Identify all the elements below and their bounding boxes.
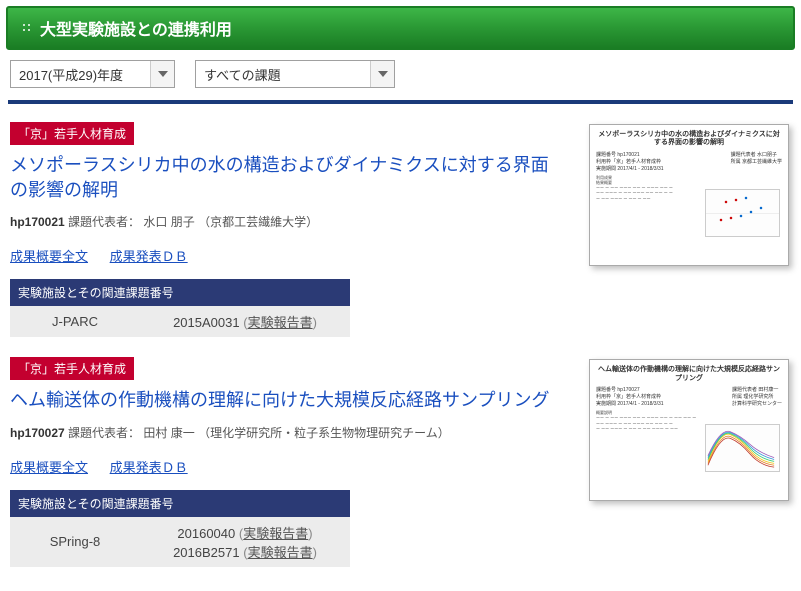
report-thumbnail[interactable]: メソポーラスシリカ中の水の構造およびダイナミクスに対する界面の影響の解明 課題番… (589, 124, 789, 266)
related-id-cell: 20160040 (実験報告書) 2016B2571 (実験報告書) (140, 517, 350, 567)
related-table: 実験施設とその関連課題番号 J-PARC 2015A0031 (実験報告書) (10, 279, 350, 337)
rep-name: 水口 朋子 (143, 215, 194, 229)
category-badge: 「京」若手人材育成 (10, 357, 134, 380)
table-row: J-PARC 2015A0031 (実験報告書) (10, 306, 350, 337)
thumb-title: ヘム輸送体の作動機構の理解に向けた大規模反応経路サンプリング (596, 366, 782, 383)
filter-bar: 2017(平成29)年度 すべての課題 (0, 60, 801, 100)
facility-cell: SPring-8 (10, 517, 140, 567)
results-db-link[interactable]: 成果発表ＤＢ (110, 249, 188, 264)
rep-label: 課題代表者： (68, 215, 140, 229)
thumb-chart (705, 189, 780, 237)
category-badge: 「京」若手人材育成 (10, 122, 134, 145)
results-db-link[interactable]: 成果発表ＤＢ (110, 460, 188, 475)
result-entry: 「京」若手人材育成 ヘム輸送体の作動機構の理解に向けた大規模反応経路サンプリング… (0, 351, 801, 580)
rep-name: 田村 康一 (143, 426, 194, 440)
project-code: hp170027 (10, 426, 65, 440)
thumb-meta: 課題番号 hp170027利用枠「京」若手人材育成枠実施期間 2017/4/1 … (596, 386, 782, 407)
result-entry: 「京」若手人材育成 メソポーラスシリカ中の水の構造およびダイナミクスに対する界面… (0, 116, 801, 351)
table-row: SPring-8 20160040 (実験報告書) 2016B2571 (実験報… (10, 517, 350, 567)
related-id: 2015A0031 (173, 315, 240, 330)
report-link[interactable]: 実験報告書 (243, 526, 308, 541)
page-title: 大型実験施設との連携利用 (40, 16, 232, 40)
project-code: hp170021 (10, 215, 65, 229)
category-select-value: すべての課題 (196, 65, 370, 84)
section-divider (8, 100, 793, 104)
header-icon (22, 23, 32, 33)
related-table: 実験施設とその関連課題番号 SPring-8 20160040 (実験報告書) … (10, 490, 350, 567)
table-header: 実験施設とその関連課題番号 (10, 279, 350, 306)
related-id: 20160040 (177, 526, 235, 541)
thumb-title: メソポーラスシリカ中の水の構造およびダイナミクスに対する界面の影響の解明 (596, 131, 782, 148)
facility-cell: J-PARC (10, 306, 140, 337)
report-link[interactable]: 実験報告書 (248, 545, 313, 560)
related-id: 2016B2571 (173, 545, 240, 560)
rep-affiliation: （京都工芸繊維大学） (198, 215, 318, 229)
year-select[interactable]: 2017(平成29)年度 (10, 60, 175, 88)
page-header: 大型実験施設との連携利用 (6, 6, 795, 50)
category-select[interactable]: すべての課題 (195, 60, 395, 88)
chevron-down-icon (150, 61, 174, 87)
thumb-chart (705, 424, 780, 472)
thumb-meta: 課題番号 hp170021利用枠「京」若手人材育成枠実施期間 2017/4/1 … (596, 151, 782, 172)
related-id-cell: 2015A0031 (実験報告書) (140, 306, 350, 337)
entry-title[interactable]: メソポーラスシリカ中の水の構造およびダイナミクスに対する界面の影響の解明 (10, 153, 565, 203)
year-select-value: 2017(平成29)年度 (11, 65, 150, 84)
table-header: 実験施設とその関連課題番号 (10, 490, 350, 517)
rep-label: 課題代表者： (68, 426, 140, 440)
report-link[interactable]: 実験報告書 (248, 315, 313, 330)
rep-affiliation: （理化学研究所・粒子系生物物理研究チーム） (198, 426, 450, 440)
chevron-down-icon (370, 61, 394, 87)
entry-title[interactable]: ヘム輸送体の作動機構の理解に向けた大規模反応経路サンプリング (10, 388, 565, 413)
report-thumbnail[interactable]: ヘム輸送体の作動機構の理解に向けた大規模反応経路サンプリング 課題番号 hp17… (589, 359, 789, 501)
fulltext-link[interactable]: 成果概要全文 (10, 249, 88, 264)
fulltext-link[interactable]: 成果概要全文 (10, 460, 88, 475)
